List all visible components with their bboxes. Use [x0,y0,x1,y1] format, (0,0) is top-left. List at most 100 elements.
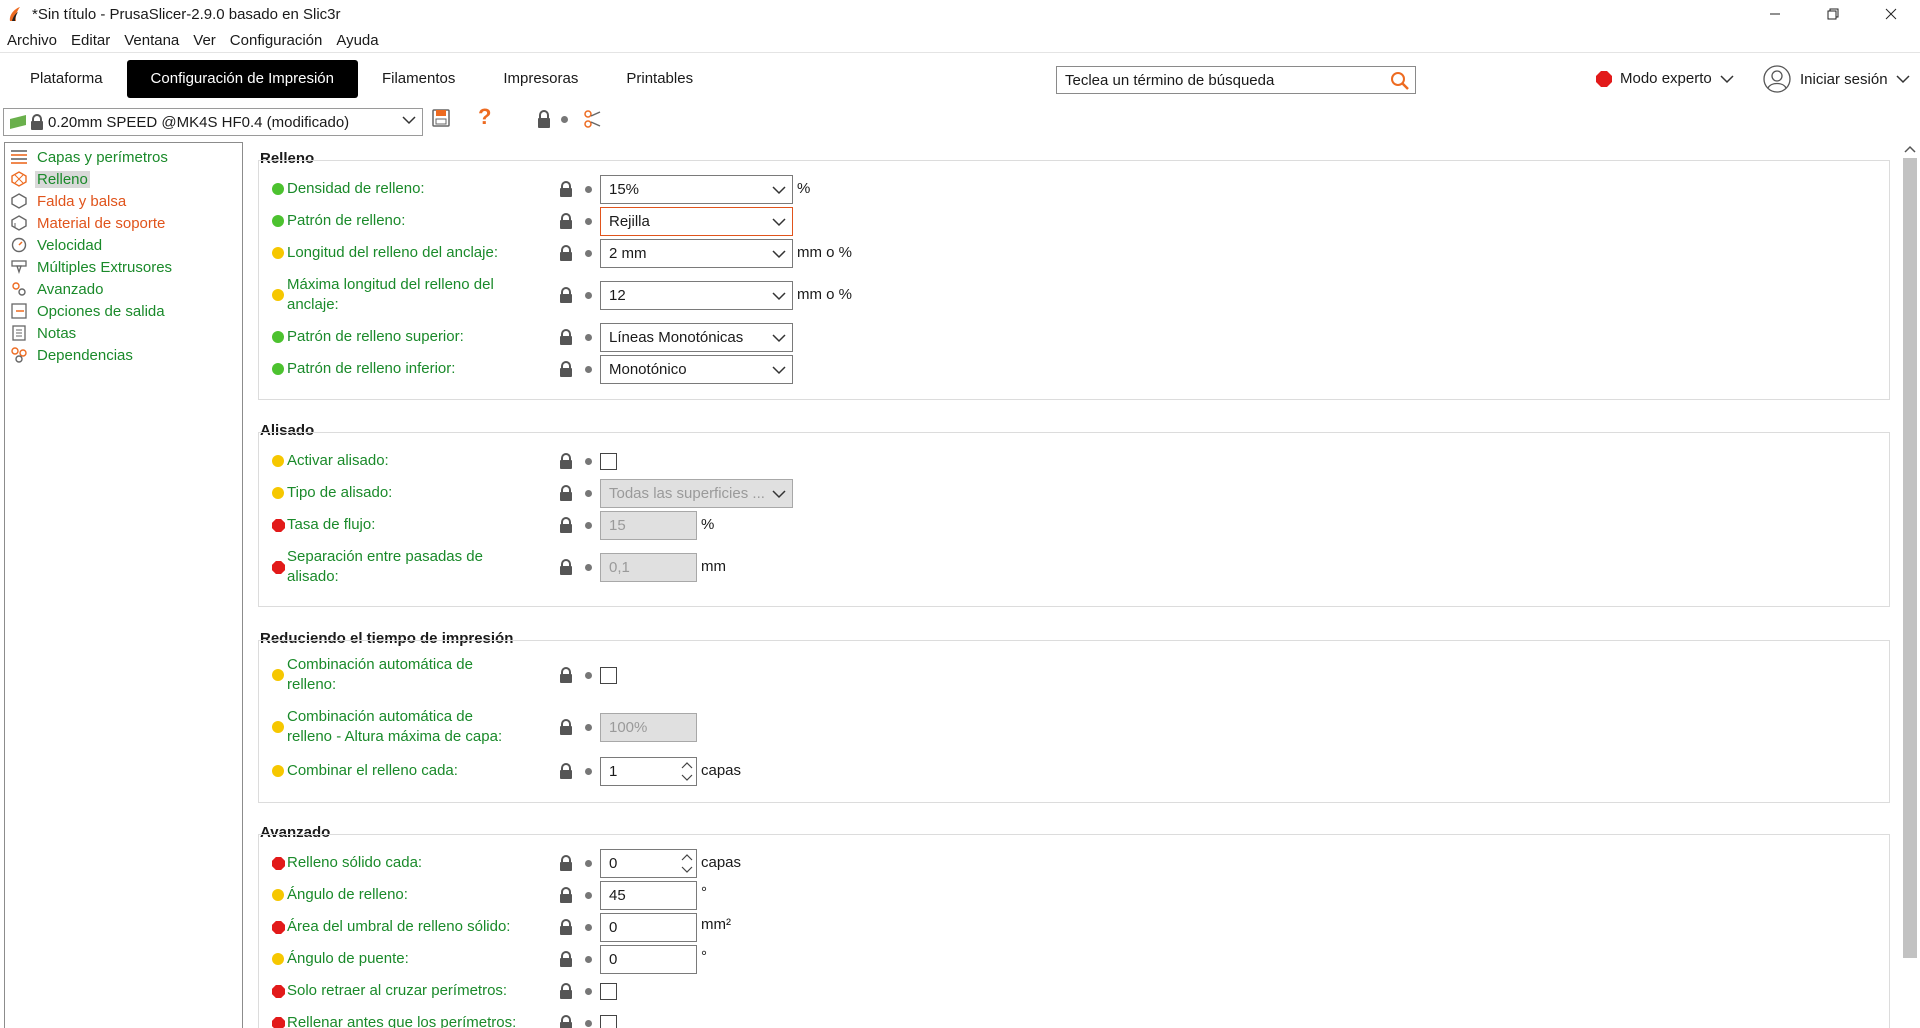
close-button[interactable] [1862,0,1920,28]
nav-item-notas[interactable]: Notas [5,322,242,344]
reset-bullet[interactable] [585,522,592,529]
main-tabs: Plataforma Configuración de Impresión Fi… [0,60,717,98]
anchor-max-length-combo[interactable]: 12 [600,281,793,310]
reset-bullet[interactable] [585,366,592,373]
solid-infill-every-stepper[interactable]: 0 [600,849,697,878]
tab-filamentos[interactable]: Filamentos [358,60,479,98]
top-fill-pattern-combo[interactable]: Líneas Monotónicas [600,323,793,352]
reset-bullet[interactable] [585,564,592,571]
search-icon[interactable] [1389,70,1411,92]
vertical-scrollbar[interactable] [1900,142,1920,1028]
reset-bullet[interactable] [585,956,592,963]
reset-bullet[interactable] [585,860,592,867]
tab-printables[interactable]: Printables [602,60,717,98]
lock-icon[interactable] [559,329,573,345]
reset-bullet[interactable] [585,1020,592,1027]
tab-plataforma[interactable]: Plataforma [6,60,127,98]
lock-icon[interactable] [559,213,573,229]
lock-icon[interactable] [559,719,573,735]
lock-icon[interactable] [559,245,573,261]
nav-item-falda[interactable]: Falda y balsa [5,190,242,212]
lock-icon[interactable] [559,951,573,967]
only-retract-checkbox[interactable] [600,983,617,1000]
compare-presets-icon[interactable] [584,110,602,128]
lock-icon[interactable] [559,181,573,197]
reset-bullet[interactable] [585,334,592,341]
spin-arrows-icon[interactable] [680,851,694,876]
lock-icon[interactable] [559,763,573,779]
menu-ventana[interactable]: Ventana [117,30,186,52]
reset-bullet[interactable] [585,988,592,995]
lock-legend-icon[interactable] [536,110,552,128]
reset-bullet[interactable] [585,672,592,679]
lock-icon[interactable] [559,517,573,533]
mode-selector[interactable]: Modo experto [1596,70,1734,87]
ironing-type-combo[interactable]: Todas las superficies ... [600,479,793,508]
nav-item-dependencias[interactable]: Dependencias [5,344,242,366]
nav-item-extrusores[interactable]: Múltiples Extrusores [5,256,242,278]
menu-archivo[interactable]: Archivo [0,30,64,52]
reset-bullet[interactable] [585,292,592,299]
lock-icon[interactable] [559,287,573,303]
lock-icon[interactable] [559,855,573,871]
login-button[interactable]: Iniciar sesión [1762,64,1910,94]
nav-item-capas[interactable]: Capas y perímetros [5,146,242,168]
anchor-length-combo[interactable]: 2 mm [600,239,793,268]
chevron-down-icon [402,116,416,125]
restore-button[interactable] [1804,0,1862,28]
lock-icon[interactable] [559,887,573,903]
menu-configuracion[interactable]: Configuración [223,30,330,52]
lock-icon[interactable] [559,983,573,999]
tab-impresoras[interactable]: Impresoras [479,60,602,98]
combine-every-stepper[interactable]: 1 [600,757,697,786]
nav-item-salida[interactable]: Opciones de salida [5,300,242,322]
nav-item-relleno[interactable]: Relleno [5,168,242,190]
bridge-angle-input[interactable]: 0 [600,945,697,974]
max-layer-height-input[interactable]: 100% [600,713,697,742]
save-preset-icon[interactable] [432,108,450,128]
help-icon[interactable]: ? [478,104,491,130]
search-input[interactable]: Teclea un término de búsqueda [1056,66,1416,94]
menu-ayuda[interactable]: Ayuda [329,30,385,52]
menu-ver[interactable]: Ver [186,30,223,52]
auto-combine-checkbox[interactable] [600,667,617,684]
lock-icon[interactable] [559,485,573,501]
reset-bullet[interactable] [585,490,592,497]
setting-row: Combinación automática de relleno - Altu… [259,707,1889,749]
flow-rate-input[interactable]: 15 [600,511,697,540]
reset-bullet[interactable] [585,724,592,731]
reset-bullet[interactable] [585,218,592,225]
infill-density-combo[interactable]: 15% [600,175,793,204]
spin-arrows-icon[interactable] [680,759,694,784]
lock-icon[interactable] [559,453,573,469]
minimize-button[interactable] [1746,0,1804,28]
print-preset-combo[interactable]: 0.20mm SPEED @MK4S HF0.4 (modificado) [3,108,423,136]
ironing-spacing-input[interactable]: 0,1 [600,553,697,582]
lock-icon[interactable] [559,919,573,935]
reset-bullet[interactable] [585,892,592,899]
nav-item-avanzado[interactable]: Avanzado [5,278,242,300]
infill-pattern-combo[interactable]: Rejilla [600,207,793,236]
solid-threshold-area-input[interactable]: 0 [600,913,697,942]
nav-item-soporte[interactable]: Material de soporte [5,212,242,234]
reset-bullet[interactable] [585,768,592,775]
bottom-fill-pattern-combo[interactable]: Monotónico [600,355,793,384]
lock-icon[interactable] [559,667,573,683]
reset-bullet[interactable] [585,186,592,193]
user-avatar-icon [1763,65,1791,93]
lock-icon[interactable] [559,361,573,377]
lock-icon[interactable] [559,559,573,575]
menu-editar[interactable]: Editar [64,30,117,52]
infill-angle-input[interactable]: 45 [600,881,697,910]
enable-ironing-checkbox[interactable] [600,453,617,470]
infill-first-checkbox[interactable] [600,1015,617,1028]
reset-bullet[interactable] [585,924,592,931]
lock-icon[interactable] [559,1015,573,1028]
reset-bullet[interactable] [585,458,592,465]
unit-label: % [701,516,715,533]
reset-bullet[interactable] [585,250,592,257]
tab-configuracion-impresion[interactable]: Configuración de Impresión [126,60,358,98]
scrollbar-thumb[interactable] [1903,158,1917,958]
scroll-up-icon[interactable] [1904,144,1916,154]
nav-item-velocidad[interactable]: Velocidad [5,234,242,256]
